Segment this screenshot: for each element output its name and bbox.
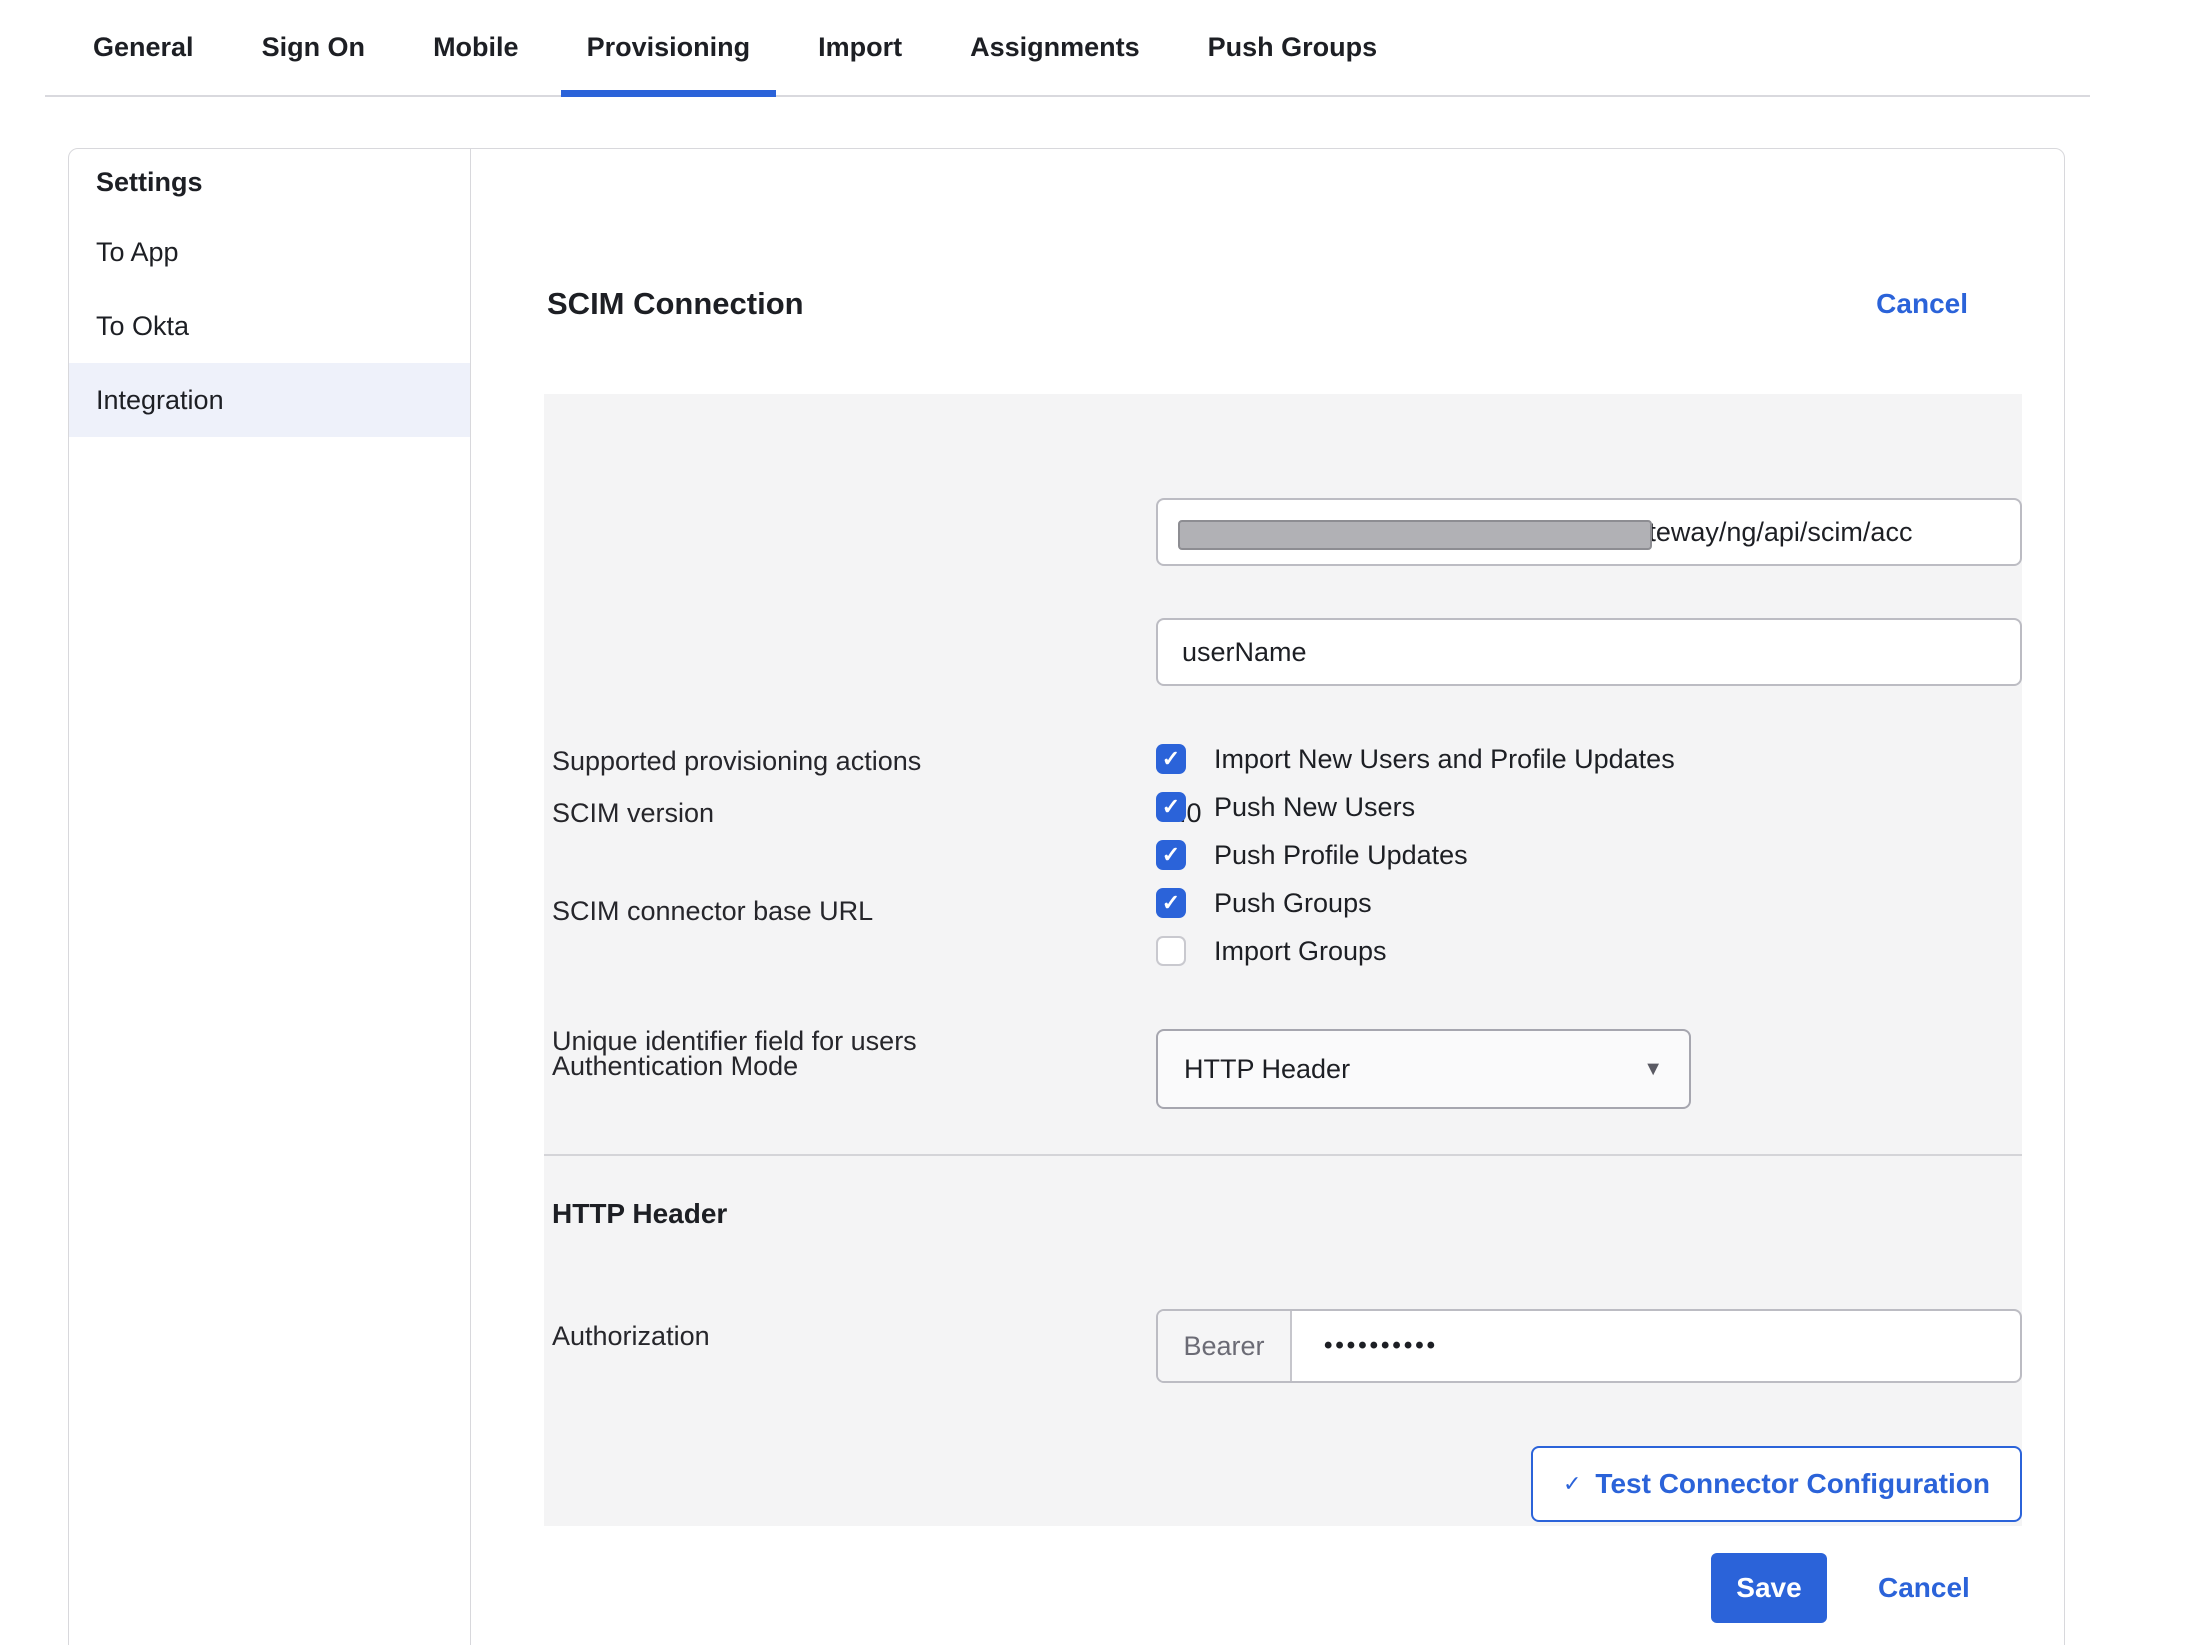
cancel-link-bottom[interactable]: Cancel bbox=[1878, 1572, 1970, 1604]
main-content: SCIM Connection Cancel SCIM version 2.0 … bbox=[472, 149, 2064, 1645]
checkbox-label: Push Groups bbox=[1214, 888, 1372, 919]
tab-provisioning[interactable]: Provisioning bbox=[561, 0, 777, 95]
checkbox-label: Push Profile Updates bbox=[1214, 840, 1468, 871]
checkbox-push-new-users[interactable]: ✓ bbox=[1156, 792, 1186, 822]
cancel-link-top[interactable]: Cancel bbox=[1876, 288, 1968, 320]
unique-id-input[interactable]: userName bbox=[1156, 618, 2022, 686]
url-redaction-bar bbox=[1178, 520, 1652, 550]
sidebar: Settings To App To Okta Integration bbox=[69, 149, 471, 1645]
scim-version-label: SCIM version bbox=[552, 798, 714, 829]
checkbox-push-profile-updates[interactable]: ✓ bbox=[1156, 840, 1186, 870]
auth-mode-label: Authentication Mode bbox=[552, 1051, 798, 1082]
check-icon: ✓ bbox=[1162, 748, 1180, 770]
check-icon: ✓ bbox=[1162, 892, 1180, 914]
check-row: ✓ Push Profile Updates bbox=[1156, 831, 1675, 879]
save-button[interactable]: Save bbox=[1711, 1553, 1827, 1623]
auth-mode-select[interactable]: HTTP Header ▼ bbox=[1156, 1029, 1691, 1109]
unique-id-value: userName bbox=[1182, 637, 1307, 668]
scim-form-panel: SCIM version 2.0 SCIM connector base URL… bbox=[544, 394, 2022, 1526]
sidebar-item-to-app[interactable]: To App bbox=[69, 215, 470, 289]
test-connector-label: Test Connector Configuration bbox=[1595, 1468, 1990, 1500]
auth-mode-value: HTTP Header bbox=[1184, 1054, 1350, 1085]
tab-general[interactable]: General bbox=[67, 0, 220, 95]
checkbox-label: Import New Users and Profile Updates bbox=[1214, 744, 1675, 775]
authorization-label: Authorization bbox=[552, 1321, 710, 1352]
authorization-input-group: Bearer •••••••••• bbox=[1156, 1309, 2022, 1383]
app-tab-bar: General Sign On Mobile Provisioning Impo… bbox=[45, 0, 2090, 97]
test-connector-button[interactable]: ✓ Test Connector Configuration bbox=[1531, 1446, 2022, 1522]
page-title: SCIM Connection bbox=[547, 286, 804, 322]
checkbox-import-groups[interactable] bbox=[1156, 936, 1186, 966]
base-url-input[interactable]: https://b5bd-105-19-67-148.ngrok.io/gate… bbox=[1156, 498, 2022, 566]
checkbox-label: Push New Users bbox=[1214, 792, 1415, 823]
tab-push-groups[interactable]: Push Groups bbox=[1182, 0, 1404, 95]
checkbox-label: Import Groups bbox=[1214, 936, 1387, 967]
checkbox-import-new-users[interactable]: ✓ bbox=[1156, 744, 1186, 774]
check-icon: ✓ bbox=[1162, 796, 1180, 818]
provisioning-actions-label: Supported provisioning actions bbox=[552, 746, 921, 777]
tab-import[interactable]: Import bbox=[792, 0, 928, 95]
sidebar-item-integration[interactable]: Integration bbox=[69, 363, 470, 437]
sidebar-heading: Settings bbox=[69, 149, 470, 215]
base-url-label: SCIM connector base URL bbox=[552, 896, 873, 927]
authorization-token-input[interactable]: •••••••••• bbox=[1292, 1311, 1438, 1381]
settings-card: Settings To App To Okta Integration SCIM… bbox=[68, 148, 2065, 1645]
section-divider bbox=[544, 1154, 2022, 1156]
check-icon: ✓ bbox=[1162, 844, 1180, 866]
bearer-prefix: Bearer bbox=[1158, 1311, 1292, 1381]
check-row: ✓ Push New Users bbox=[1156, 783, 1675, 831]
main-header: SCIM Connection Cancel bbox=[547, 273, 1968, 335]
http-header-heading: HTTP Header bbox=[552, 1198, 727, 1230]
tab-mobile[interactable]: Mobile bbox=[407, 0, 545, 95]
checkmark-icon: ✓ bbox=[1563, 1471, 1581, 1497]
sidebar-item-to-okta[interactable]: To Okta bbox=[69, 289, 470, 363]
provisioning-actions-list: ✓ Import New Users and Profile Updates ✓… bbox=[1156, 735, 1675, 975]
base-url-visible-text: /gateway/ng/api/scim/acc bbox=[1611, 517, 1913, 547]
checkbox-push-groups[interactable]: ✓ bbox=[1156, 888, 1186, 918]
tab-assignments[interactable]: Assignments bbox=[944, 0, 1166, 95]
chevron-down-icon: ▼ bbox=[1643, 1058, 1663, 1081]
check-row: ✓ Import New Users and Profile Updates bbox=[1156, 735, 1675, 783]
check-row: Import Groups bbox=[1156, 927, 1675, 975]
tab-sign-on[interactable]: Sign On bbox=[236, 0, 392, 95]
check-row: ✓ Push Groups bbox=[1156, 879, 1675, 927]
